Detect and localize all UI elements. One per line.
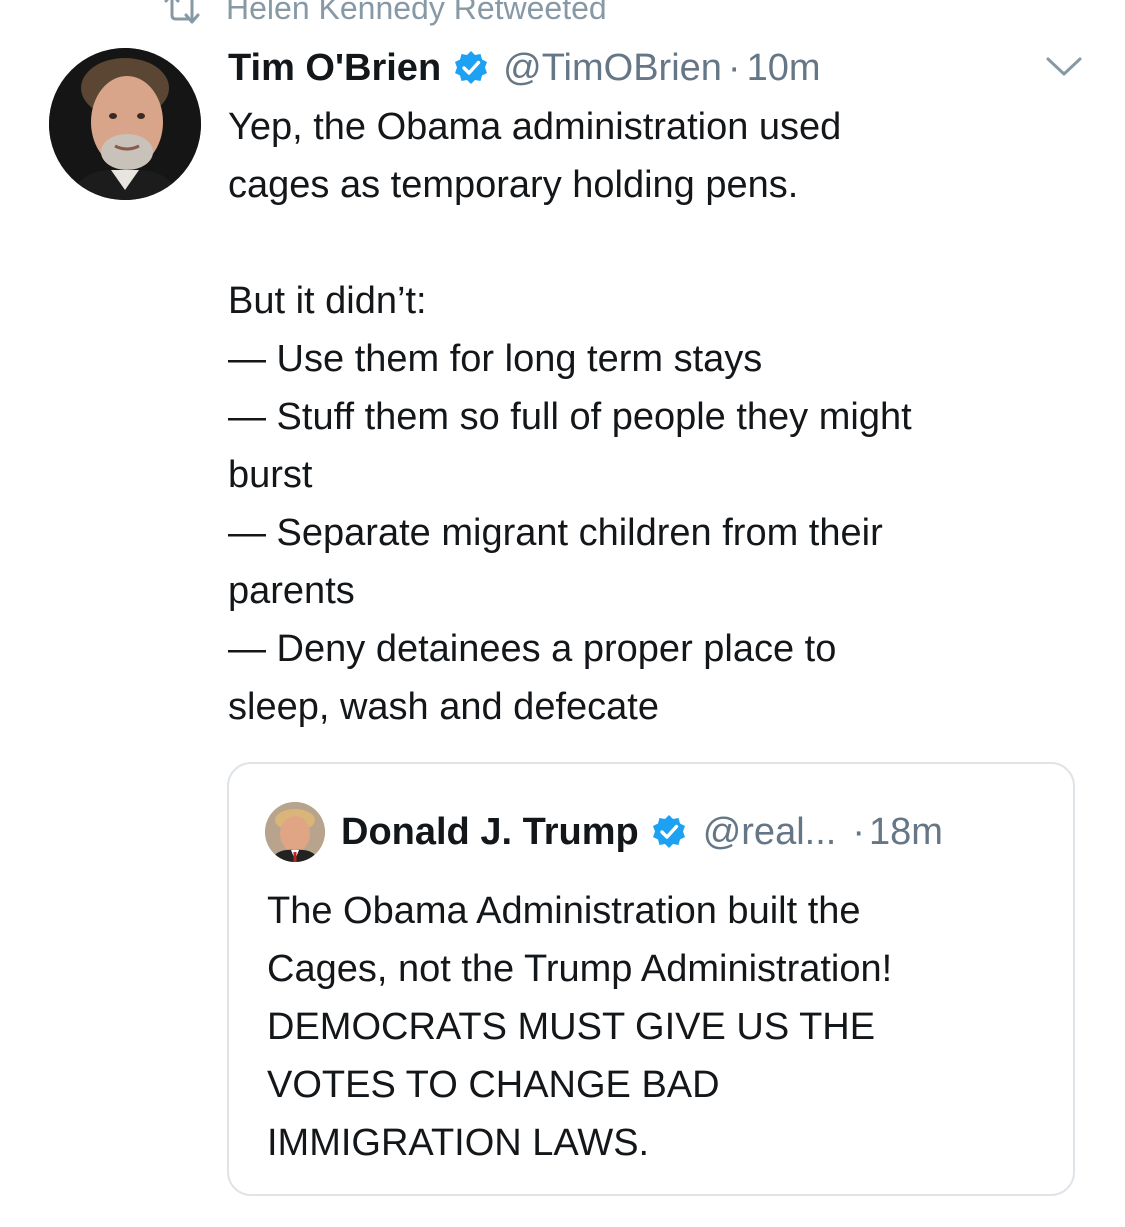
tweet-timestamp[interactable]: 10m (747, 47, 821, 90)
tweet-line: sleep, wash and defecate (228, 686, 659, 728)
quoted-tweet-line: DEMOCRATS MUST GIVE US THE (267, 1006, 876, 1048)
retweet-icon (160, 0, 204, 25)
quoted-author-handle[interactable]: @real... (703, 811, 837, 854)
quoted-tweet-text: The Obama Administration built the Cages… (267, 882, 1057, 1172)
quoted-tweet-line: VOTES TO CHANGE BAD (267, 1064, 720, 1106)
quoted-tweet-card[interactable]: Donald J. Trump @real... · 18m The Obama… (227, 762, 1075, 1196)
quoted-author-avatar[interactable] (265, 802, 325, 862)
author-name[interactable]: Tim O'Brien (228, 47, 441, 90)
tweet-line: — Stuff them so full of people they migh… (228, 396, 912, 438)
tweet-line-break (228, 214, 1098, 272)
tweet-header: Tim O'Brien @TimOBrien · 10m (228, 42, 820, 94)
quoted-tweet-line: Cages, not the Trump Administration! (267, 948, 893, 990)
separator-dot: · (852, 810, 865, 853)
tweet-line: cages as temporary holding pens. (228, 164, 799, 206)
tweet-text: Yep, the Obama administration used cages… (228, 98, 1098, 736)
chevron-down-icon[interactable] (1044, 54, 1084, 80)
author-avatar[interactable] (49, 48, 201, 200)
tweet-line: parents (228, 570, 355, 612)
separator-dot: · (727, 46, 741, 89)
verified-badge-icon (453, 50, 489, 86)
verified-badge-icon (651, 814, 687, 850)
retweet-context[interactable]: Helen Kennedy Retweeted (160, 0, 607, 30)
tweet-line: But it didn’t: (228, 280, 427, 322)
tweet-line: Yep, the Obama administration used (228, 106, 842, 148)
retweet-label: Helen Kennedy Retweeted (226, 0, 607, 26)
tweet-line: — Separate migrant children from their (228, 512, 883, 554)
quoted-tweet-header: Donald J. Trump @real... · 18m (341, 804, 943, 860)
quoted-tweet-line: IMMIGRATION LAWS. (267, 1122, 650, 1164)
tweet-line: — Deny detainees a proper place to (228, 628, 837, 670)
quoted-tweet-line: The Obama Administration built the (267, 890, 861, 932)
tweet-line: burst (228, 454, 313, 496)
author-handle[interactable]: @TimOBrien (503, 47, 722, 90)
tweet-line: — Use them for long term stays (228, 338, 763, 380)
quoted-author-name[interactable]: Donald J. Trump (341, 811, 639, 854)
quoted-tweet-timestamp[interactable]: 18m (869, 811, 943, 854)
